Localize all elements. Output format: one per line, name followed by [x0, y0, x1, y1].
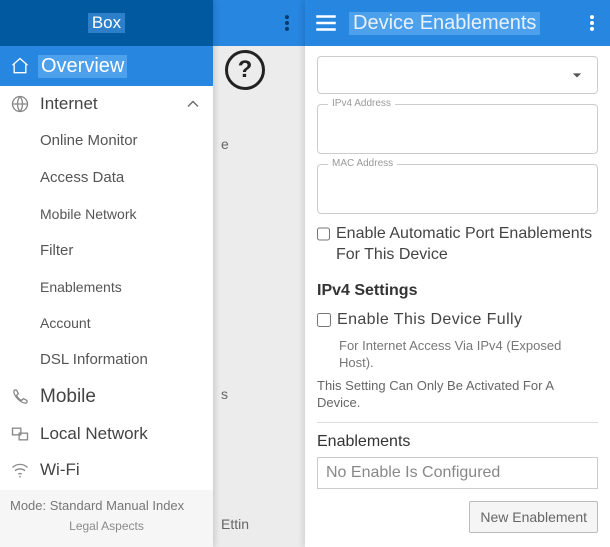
help-icon[interactable]: ?	[225, 50, 265, 90]
new-enablement-button[interactable]: New Enablement	[469, 501, 598, 533]
hint-exposed-host: For Internet Access Via IPv4 (Exposed Ho…	[317, 338, 598, 372]
caret-down-icon	[567, 65, 587, 85]
sidebar-sub-filter[interactable]: Filter	[0, 232, 213, 269]
panel-body: IPv4 Address MAC Address Enable Automati…	[305, 46, 610, 491]
sidebar-item-local-network[interactable]: Local Network	[0, 416, 213, 452]
checkbox-enable-fully-input[interactable]	[317, 313, 331, 327]
mid-frag1: e	[213, 106, 305, 156]
sidebar-sub-access-data[interactable]: Access Data	[0, 159, 213, 196]
sidebar-item-mobile[interactable]: Mobile	[0, 378, 213, 416]
wifi-icon	[10, 460, 30, 480]
device-dropdown[interactable]	[317, 56, 598, 94]
sidebar-sub-enablements[interactable]: Enablements	[0, 269, 213, 305]
checkbox-auto-port[interactable]: Enable Automatic Port Enablements For Th…	[317, 224, 598, 266]
sidebar-sub-dsl-information[interactable]: DSL Information	[0, 341, 213, 378]
panel-title: Device Enablements	[349, 12, 540, 35]
mac-address-field[interactable]: MAC Address	[317, 164, 598, 214]
kebab-menu-icon[interactable]	[277, 13, 297, 33]
mac-input[interactable]	[318, 165, 597, 205]
sidebar-sub-mobile-network[interactable]: Mobile Network	[0, 196, 213, 232]
mid-frag2: s	[213, 356, 305, 406]
footer-mode: Mode: Standard Manual Index	[10, 498, 203, 513]
globe-icon	[10, 94, 30, 114]
ipv4-address-field[interactable]: IPv4 Address	[317, 104, 598, 154]
section-enablements: Enablements	[317, 433, 598, 451]
internet-label: Internet	[40, 94, 98, 114]
overview-label: Overview	[38, 55, 127, 78]
sidebar: Box Overview Internet Online Monitor Acc…	[0, 0, 213, 547]
checkbox-enable-fully-label: Enable This Device Fully	[337, 310, 522, 331]
enablements-empty: No Enable Is Configured	[326, 464, 500, 481]
home-icon	[10, 56, 30, 76]
enablements-list: No Enable Is Configured	[317, 457, 598, 489]
checkbox-auto-port-label: Enable Automatic Port Enablements For Th…	[336, 224, 598, 266]
panel-footer: New Enablement	[305, 491, 610, 547]
wifi-label: Wi-Fi	[40, 460, 80, 480]
hint-one-device: This Setting Can Only Be Activated For A…	[317, 378, 598, 412]
chevron-up-icon	[183, 94, 203, 114]
network-icon	[10, 424, 30, 444]
sidebar-item-wifi[interactable]: Wi-Fi	[0, 452, 213, 488]
checkbox-enable-fully[interactable]: Enable This Device Fully	[317, 310, 598, 331]
checkbox-auto-port-input[interactable]	[317, 227, 330, 241]
phone-icon	[10, 387, 30, 407]
mid-frag3: Ettin	[213, 486, 305, 536]
panel-device-enablements: Device Enablements IPv4 Address MAC Addr…	[305, 0, 610, 547]
kebab-menu-icon[interactable]	[582, 13, 602, 33]
divider	[317, 422, 598, 423]
mobile-label: Mobile	[40, 386, 96, 408]
ipv4-input[interactable]	[318, 105, 597, 145]
sidebar-sub-online-monitor[interactable]: Online Monitor	[0, 122, 213, 159]
sidebar-brand-header: Box	[0, 0, 213, 46]
sidebar-sub-account[interactable]: Account	[0, 305, 213, 341]
localnet-label: Local Network	[40, 424, 148, 444]
sidebar-item-overview[interactable]: Overview	[0, 46, 213, 86]
middle-top-bar	[213, 0, 305, 46]
mac-label: MAC Address	[328, 158, 397, 169]
sidebar-footer: Mode: Standard Manual Index Legal Aspect…	[0, 490, 213, 547]
section-ipv4-settings: IPv4 Settings	[317, 282, 598, 300]
ipv4-label: IPv4 Address	[328, 98, 395, 109]
panel-header: Device Enablements	[305, 0, 610, 46]
sidebar-item-internet[interactable]: Internet	[0, 86, 213, 122]
brand-label: Box	[88, 13, 125, 33]
hamburger-icon[interactable]	[313, 10, 339, 36]
footer-legal-link[interactable]: Legal Aspects	[10, 519, 203, 533]
